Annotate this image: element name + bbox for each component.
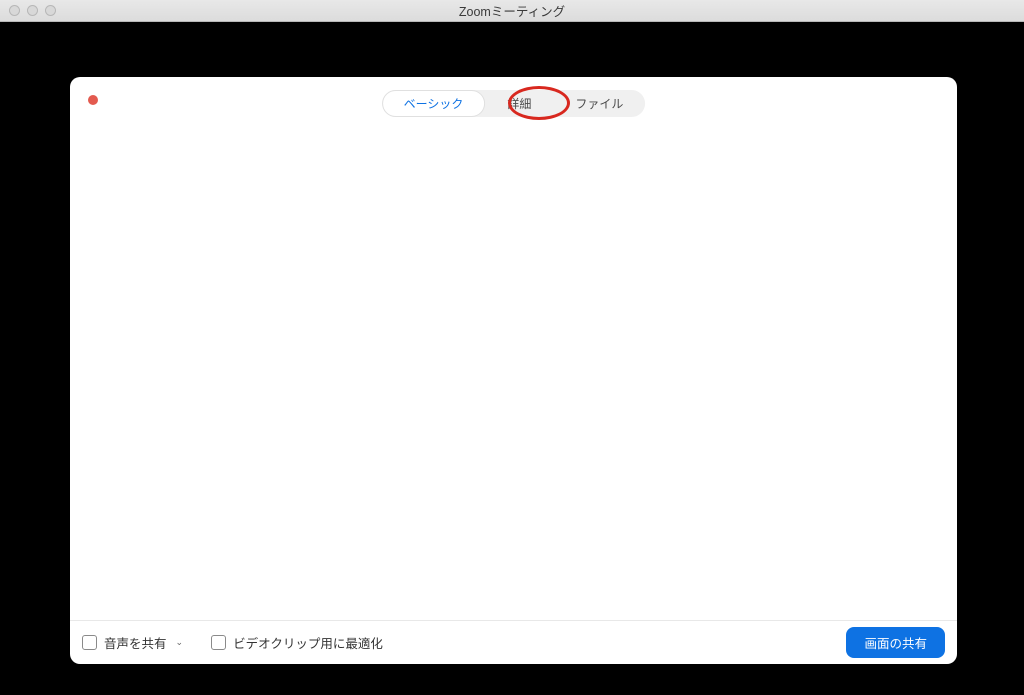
share-audio-checkbox[interactable]: 音声を共有 ⌄ — [82, 633, 183, 652]
share-options-content — [78, 125, 949, 616]
recording-indicator-icon — [88, 95, 98, 105]
traffic-lights — [0, 5, 56, 16]
checkbox-icon — [211, 635, 226, 650]
mac-titlebar: Zoomミーティング — [0, 0, 1024, 22]
tab-files[interactable]: ファイル — [553, 90, 645, 117]
share-screen-button[interactable]: 画面の共有 — [846, 627, 945, 658]
share-audio-label: 音声を共有 — [104, 633, 167, 652]
meeting-background: ベーシック 詳細 ファイル 音声を共有 ⌄ ビデオクリップ用に最適化 画面の共有 — [0, 22, 1024, 695]
chevron-down-icon[interactable]: ⌄ — [176, 637, 184, 648]
dialog-footer: 音声を共有 ⌄ ビデオクリップ用に最適化 画面の共有 — [70, 620, 957, 664]
close-window-button[interactable] — [9, 5, 20, 16]
optimize-video-checkbox[interactable]: ビデオクリップ用に最適化 — [211, 633, 383, 652]
optimize-video-label: ビデオクリップ用に最適化 — [233, 633, 383, 652]
window-title: Zoomミーティング — [0, 1, 1024, 20]
minimize-window-button[interactable] — [27, 5, 38, 16]
maximize-window-button[interactable] — [45, 5, 56, 16]
share-tab-group: ベーシック 詳細 ファイル — [382, 90, 646, 117]
checkbox-icon — [82, 635, 97, 650]
tab-basic[interactable]: ベーシック — [382, 90, 486, 117]
share-screen-dialog: ベーシック 詳細 ファイル 音声を共有 ⌄ ビデオクリップ用に最適化 画面の共有 — [70, 77, 957, 664]
tab-advanced[interactable]: 詳細 — [485, 90, 553, 117]
